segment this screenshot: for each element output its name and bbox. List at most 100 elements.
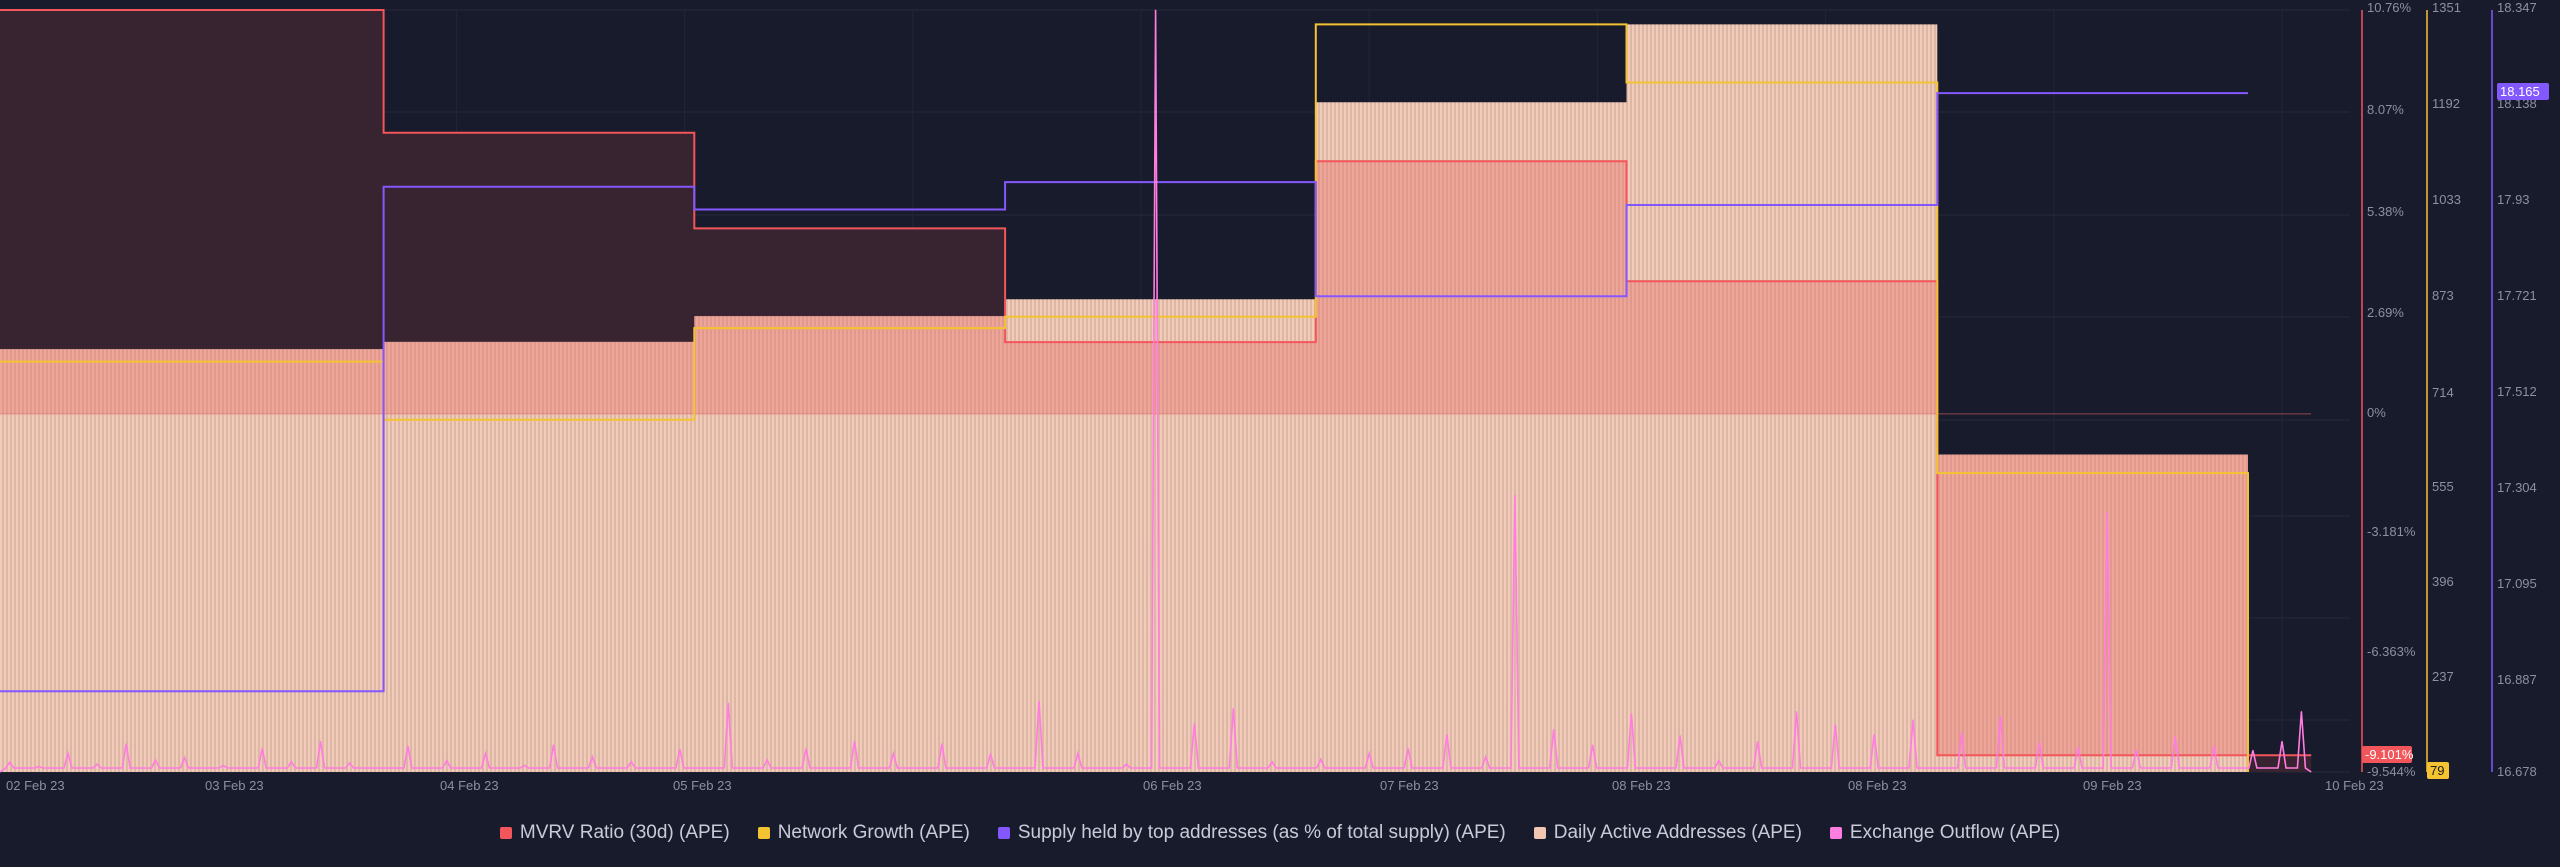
x-tick-label-2: 04 Feb 23 <box>440 778 499 793</box>
legend-item-network-growth[interactable]: Network Growth (APE) <box>757 822 970 844</box>
x-tick-label-6: 08 Feb 23 <box>1612 778 1671 793</box>
exchange-outflow-point-57 <box>2213 745 2215 747</box>
exchange-outflow-point-6 <box>184 757 185 759</box>
network-tick-label-6: 396 <box>2432 574 2454 589</box>
exchange-outflow-point-11 <box>349 762 351 764</box>
legend-item-mvrv[interactable]: MVRV Ratio (30d) (APE) <box>499 822 730 844</box>
exchange-outflow-point-45 <box>1757 740 1759 742</box>
legend-swatch-supply-top-addresses <box>997 827 1010 839</box>
exchange-outflow-point-8 <box>261 748 263 750</box>
exchange-outflow-point-55 <box>2135 749 2137 751</box>
exchange-outflow-point-30 <box>1155 9 1157 11</box>
network-tick-label-5: 555 <box>2432 479 2454 494</box>
mvrv-tick-label-2: 5.38% <box>2367 204 2404 219</box>
exchange-outflow-point-47 <box>1834 724 1836 726</box>
exchange-outflow-point-4 <box>125 743 127 745</box>
exchange-outflow-point-21 <box>766 759 768 761</box>
exchange-outflow-point-14 <box>485 752 486 754</box>
legend-swatch-daily-active-addresses <box>1533 827 1546 839</box>
exchange-outflow-point-23 <box>854 740 855 742</box>
exchange-outflow-point-26 <box>990 754 991 756</box>
exchange-outflow-point-22 <box>805 748 807 750</box>
supply-tick-label-0: 18.347 <box>2497 0 2537 15</box>
legend-item-daily-active-addresses[interactable]: Daily Active Addresses (APE) <box>1533 822 1802 844</box>
plot-area[interactable] <box>0 9 2312 773</box>
supply-tick-label-3: 17.721 <box>2497 288 2537 303</box>
legend-swatch-mvrv <box>499 827 512 839</box>
exchange-outflow-point-0 <box>9 761 11 763</box>
chart: 10.76% 8.07% 5.38% 2.69% 0% -3.181% -6.363% -9.… <box>0 0 2549 793</box>
exchange-outflow-point-25 <box>941 743 943 745</box>
x-tick-label-9: 10 Feb 23 <box>2325 778 2384 793</box>
exchange-outflow-point-42 <box>1630 713 1632 715</box>
exchange-outflow-point-60 <box>2300 711 2302 712</box>
mvrv-tick-label-3: 2.69% <box>2367 305 2404 320</box>
exchange-outflow-point-44 <box>1718 760 1720 762</box>
exchange-outflow-point-18 <box>630 761 632 763</box>
exchange-outflow-point-2 <box>67 752 69 754</box>
exchange-outflow-point-56 <box>2174 736 2176 738</box>
supply-tick-label-8: 16.678 <box>2497 764 2537 779</box>
exchange-outflow-point-33 <box>1271 761 1273 763</box>
network-tick-label-4: 714 <box>2432 385 2454 400</box>
exchange-outflow-point-20 <box>727 702 729 704</box>
network-current-value: 79 <box>2430 763 2444 778</box>
exchange-outflow-point-43 <box>1679 735 1681 736</box>
mvrv-tick-label-7: -9.544% <box>2367 764 2416 779</box>
legend-label-daily-active-addresses: Daily Active Addresses (APE) <box>1553 822 1802 843</box>
mvrv-tick-label-0: 10.76% <box>2367 0 2412 15</box>
mvrv-tick-label-6: -6.363% <box>2367 644 2416 659</box>
exchange-outflow-point-37 <box>1446 733 1448 735</box>
network-tick-label-0: 1351 <box>2432 0 2461 15</box>
exchange-outflow-point-5 <box>154 759 156 761</box>
supply-tick-label-5: 17.304 <box>2497 480 2537 495</box>
legend-item-exchange-outflow[interactable]: Exchange Outflow (APE) <box>1829 822 2061 844</box>
supply-tick-label-7: 16.887 <box>2497 672 2537 687</box>
legend-label-exchange-outflow: Exchange Outflow (APE) <box>1849 822 2061 843</box>
exchange-outflow-point-59 <box>2281 740 2283 742</box>
supply-tick-label-6: 17.095 <box>2497 576 2537 591</box>
exchange-outflow-point-27 <box>1038 700 1040 702</box>
exchange-outflow-point-31 <box>1193 723 1195 724</box>
exchange-outflow-point-3 <box>96 763 98 765</box>
mvrv-tick-label-1: 8.07% <box>2367 102 2404 117</box>
legend-swatch-network-growth <box>757 827 770 839</box>
exchange-outflow-point-32 <box>1232 708 1234 709</box>
exchange-outflow-point-49 <box>1912 719 1914 721</box>
exchange-outflow-point-39 <box>1514 494 1516 496</box>
x-tick-label-1: 03 Feb 23 <box>205 778 264 793</box>
x-tick-label-5: 07 Feb 23 <box>1380 778 1439 793</box>
supply-current-value: 18.165 <box>2500 84 2540 99</box>
legend-label-supply-top-addresses: Supply held by top addresses (as % of to… <box>1017 822 1506 843</box>
x-tick-label-3: 05 Feb 23 <box>673 778 732 793</box>
exchange-outflow-point-34 <box>1320 758 1322 760</box>
supply-tick-label-4: 17.512 <box>2497 384 2537 399</box>
legend-item-supply-top-addresses[interactable]: Supply held by top addresses (as % of to… <box>997 822 1506 844</box>
x-tick-label-0: 02 Feb 23 <box>6 778 65 793</box>
exchange-outflow-point-35 <box>1368 752 1370 754</box>
exchange-outflow-point-46 <box>1796 711 1797 712</box>
exchange-outflow-point-29 <box>1125 763 1127 765</box>
exchange-outflow-point-50 <box>1961 732 1963 733</box>
exchange-outflow-point-12 <box>407 745 409 747</box>
exchange-outflow-point-10 <box>320 740 321 742</box>
mvrv-tick-label-5: -3.181% <box>2367 524 2416 539</box>
mvrv-tick-label-4: 0% <box>2367 405 2386 420</box>
exchange-outflow-point-13 <box>446 760 448 762</box>
legend-swatch-exchange-outflow <box>1829 827 1842 839</box>
exchange-outflow-point-52 <box>2038 742 2040 744</box>
exchange-outflow-point-15 <box>523 764 525 766</box>
exchange-outflow-point-36 <box>1407 748 1409 750</box>
exchange-outflow-point-48 <box>1873 733 1875 735</box>
exchange-outflow-point-54 <box>2106 512 2108 514</box>
exchange-outflow-point-41 <box>1592 744 1594 746</box>
network-tick-label-1: 1192 <box>2432 96 2460 111</box>
exchange-outflow-point-38 <box>1485 756 1487 758</box>
exchange-outflow-point-51 <box>1999 715 2001 717</box>
exchange-outflow-point-58 <box>2252 749 2254 751</box>
mvrv-current-value: -9.101% <box>2365 747 2414 762</box>
legend: MVRV Ratio (30d) (APE) Network Growth (A… <box>0 818 2560 848</box>
exchange-outflow-point-17 <box>591 756 593 758</box>
exchange-outflow-point-19 <box>679 748 681 750</box>
exchange-outflow-point-1 <box>38 766 40 768</box>
